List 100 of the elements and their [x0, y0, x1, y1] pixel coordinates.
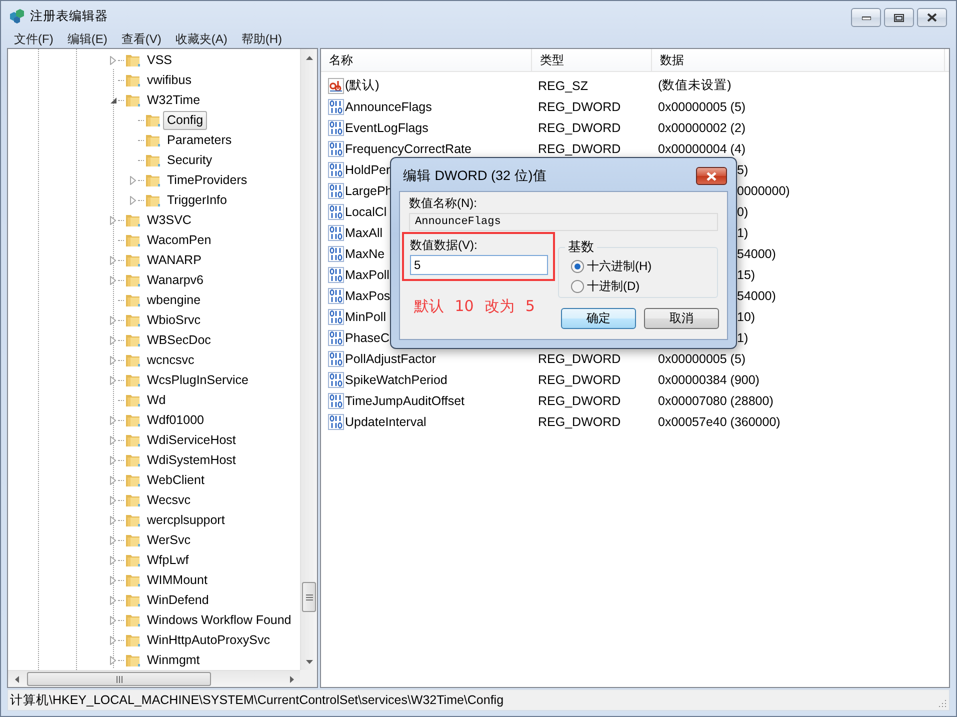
value-name[interactable]: TimeJumpAuditOffset	[345, 394, 464, 408]
scroll-left-icon[interactable]	[14, 676, 18, 682]
expand-arrow-icon[interactable]	[110, 276, 116, 284]
expand-arrow-icon[interactable]	[130, 176, 136, 184]
tree-item[interactable]: W32Time	[143, 90, 204, 110]
tree-item[interactable]: wbengine	[143, 290, 205, 310]
tree-item[interactable]: WerSvc	[143, 530, 195, 550]
column-header[interactable]: 数据	[652, 49, 945, 71]
value-name[interactable]: EventLogFlags	[345, 120, 428, 134]
expand-arrow-icon[interactable]	[110, 596, 116, 604]
tree-item[interactable]: WdiSystemHost	[143, 450, 240, 470]
tree-item[interactable]: WbioSrvc	[143, 310, 204, 330]
expand-arrow-icon[interactable]	[110, 516, 116, 524]
expand-arrow-icon[interactable]	[110, 216, 116, 224]
tree-item[interactable]: WinDefend	[143, 590, 213, 610]
value-name[interactable]: PhaseC	[345, 330, 390, 344]
column-header[interactable]: 类型	[532, 49, 652, 71]
value-name[interactable]: LocalCl	[345, 204, 387, 218]
value-name[interactable]: MinPoll	[345, 310, 386, 324]
expand-arrow-icon[interactable]	[110, 636, 116, 644]
expand-arrow-icon[interactable]	[110, 416, 116, 424]
tree-item[interactable]: Wd	[143, 390, 170, 410]
menu-item[interactable]: 编辑(E)	[60, 30, 114, 48]
tree-item[interactable]: WIMMount	[143, 570, 212, 590]
scrollbar-thumb[interactable]	[302, 582, 316, 612]
expand-arrow-icon[interactable]	[110, 576, 116, 584]
tree-item[interactable]: Wdf01000	[143, 410, 208, 430]
value-name[interactable]: AnnounceFlags	[345, 100, 432, 114]
value-name[interactable]: SpikeWatchPeriod	[345, 372, 448, 386]
scroll-right-icon[interactable]	[290, 676, 294, 682]
minimize-button[interactable]	[851, 8, 881, 27]
tree-item[interactable]: TriggerInfo	[163, 190, 231, 210]
expand-arrow-icon[interactable]	[110, 476, 116, 484]
tree-item[interactable]: WBSecDoc	[143, 330, 215, 350]
collapse-arrow-icon[interactable]	[110, 96, 116, 104]
tree-item[interactable]: Security	[163, 150, 216, 170]
value-name[interactable]: (默认)	[345, 77, 380, 94]
close-button[interactable]	[696, 167, 727, 185]
tree-item[interactable]: vwifibus	[143, 70, 196, 90]
expand-arrow-icon[interactable]	[110, 436, 116, 444]
value-name[interactable]: PollAdjustFactor	[345, 352, 436, 366]
size-grip-icon[interactable]	[937, 698, 947, 708]
tree-item[interactable]: Config	[163, 110, 208, 130]
expand-arrow-icon[interactable]	[110, 376, 116, 384]
tree-item[interactable]: WinHttpAutoProxySvc	[143, 630, 274, 650]
expand-arrow-icon[interactable]	[110, 496, 116, 504]
tree-item[interactable]: TimeProviders	[163, 170, 252, 190]
tree-item[interactable]: WacomPen	[143, 230, 216, 250]
expand-arrow-icon[interactable]	[130, 196, 136, 204]
column-header[interactable]: 名称	[321, 49, 532, 71]
expand-arrow-icon[interactable]	[110, 316, 116, 324]
tree-item[interactable]: WdiServiceHost	[143, 430, 240, 450]
value-name[interactable]: MaxNe	[345, 246, 385, 260]
value-name[interactable]: HoldPer	[345, 162, 390, 176]
tree-item[interactable]: WcsPlugInService	[143, 370, 252, 390]
expand-arrow-icon[interactable]	[110, 616, 116, 624]
tree-item[interactable]: VSS	[143, 50, 176, 70]
value-name[interactable]: UpdateInterval	[345, 414, 426, 428]
expand-arrow-icon[interactable]	[110, 456, 116, 464]
radio-button[interactable]	[571, 280, 584, 292]
tree-item[interactable]: Winmgmt	[143, 650, 204, 670]
scrollbar-thumb[interactable]	[27, 672, 211, 686]
dialog-button[interactable]: 取消	[644, 308, 719, 329]
value-name[interactable]: MaxPoll	[345, 268, 390, 282]
value-name[interactable]: MaxAll	[345, 226, 383, 240]
expand-arrow-icon[interactable]	[110, 256, 116, 264]
menu-item[interactable]: 收藏夹(A)	[168, 30, 234, 48]
scroll-down-icon[interactable]	[306, 660, 312, 664]
tree-item[interactable]: Parameters	[163, 130, 236, 150]
expand-arrow-icon[interactable]	[110, 536, 116, 544]
tree-item[interactable]: W3SVC	[143, 210, 196, 230]
horizontal-scrollbar[interactable]	[8, 670, 300, 687]
expand-arrow-icon[interactable]	[110, 356, 116, 364]
vertical-scrollbar[interactable]	[300, 49, 317, 670]
tree-item[interactable]: WANARP	[143, 250, 206, 270]
dialog-button[interactable]: 确定	[561, 308, 636, 329]
maximize-button[interactable]	[884, 8, 914, 27]
menu-item[interactable]: 帮助(H)	[234, 30, 289, 48]
expand-arrow-icon[interactable]	[110, 556, 116, 564]
value-name-field[interactable]: AnnounceFlags	[409, 213, 718, 231]
tree-item[interactable]: WebClient	[143, 470, 208, 490]
radio-label[interactable]: 十六进制(H)	[587, 258, 652, 274]
menu-item[interactable]: 查看(V)	[114, 30, 168, 48]
tree-item[interactable]: wercplsupport	[143, 510, 229, 530]
value-name[interactable]: FrequencyCorrectRate	[345, 142, 472, 156]
value-data-field[interactable]: 5	[410, 255, 548, 275]
close-button[interactable]	[917, 8, 947, 27]
expand-arrow-icon[interactable]	[110, 336, 116, 344]
tree-item[interactable]: Windows Workflow Found	[143, 610, 296, 630]
expand-arrow-icon[interactable]	[110, 56, 116, 64]
radio-button[interactable]	[571, 260, 584, 272]
menu-item[interactable]: 文件(F)	[7, 30, 60, 48]
tree-item[interactable]: WfpLwf	[143, 550, 193, 570]
value-name[interactable]: MaxPos	[345, 288, 390, 302]
tree-item[interactable]: Wecsvc	[143, 490, 195, 510]
scroll-up-icon[interactable]	[306, 56, 312, 60]
tree-item[interactable]: Wanarpv6	[143, 270, 208, 290]
tree-item[interactable]: wcncsvc	[143, 350, 198, 370]
expand-arrow-icon[interactable]	[110, 656, 116, 664]
radio-label[interactable]: 十进制(D)	[587, 278, 640, 294]
